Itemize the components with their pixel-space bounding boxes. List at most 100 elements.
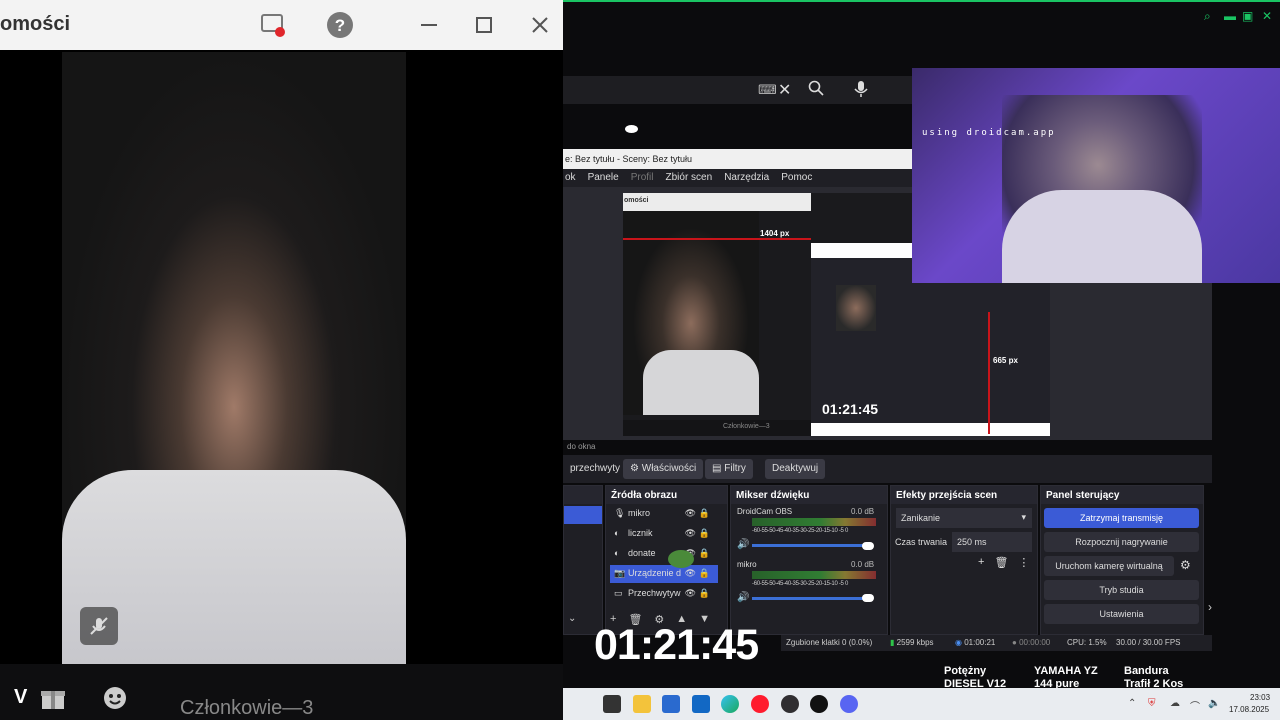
edge-icon[interactable] <box>721 695 739 713</box>
gear-icon[interactable]: ⚙ <box>1180 558 1191 572</box>
settings-button[interactable]: Ustawienia <box>1044 604 1199 624</box>
store-icon[interactable] <box>662 695 680 713</box>
monitor-icon: ▭ <box>614 588 623 598</box>
restore-icon[interactable]: ▣ <box>1242 9 1253 23</box>
speaker-icon[interactable]: 🔊 <box>737 592 749 603</box>
app-icon[interactable] <box>810 695 828 713</box>
lock-icon[interactable]: 🔒 <box>699 508 710 519</box>
server-letter: V <box>14 686 28 708</box>
duration-input[interactable]: 250 ms <box>952 532 1032 552</box>
chevron-down-icon[interactable]: ⌄ <box>568 613 576 624</box>
lock-icon[interactable]: 🔒 <box>699 548 710 559</box>
audio-meter <box>752 518 876 526</box>
gift-icon[interactable] <box>40 685 66 718</box>
sources-title: Źródła obrazu <box>606 486 727 504</box>
wifi-icon[interactable]: ⌒ <box>1190 698 1200 713</box>
lock-icon[interactable]: 🔒 <box>699 528 710 539</box>
bounding-guide-line-vertical <box>988 312 990 434</box>
start-virtual-camera-button[interactable]: Uruchom kamerę wirtualną <box>1044 556 1174 576</box>
rec-icon: ● <box>1012 638 1017 647</box>
outlook-icon[interactable] <box>692 695 710 713</box>
volume-knob[interactable] <box>862 542 874 550</box>
clock-time[interactable]: 23:03 <box>1250 693 1270 702</box>
help-icon[interactable]: ? <box>325 10 355 40</box>
clock-date[interactable]: 17.08.2025 <box>1229 705 1269 714</box>
security-icon[interactable]: ⛨ <box>1148 698 1156 709</box>
preview-members-label: Członkowie—3 <box>723 423 770 430</box>
screen-share-icon[interactable] <box>258 10 288 40</box>
transition-value: Zanikanie <box>901 513 941 523</box>
speaker-icon[interactable]: 🔊 <box>737 539 749 550</box>
transition-select[interactable]: Zanikanie ▾ <box>896 508 1032 528</box>
menu-item-panels[interactable]: Panele <box>588 172 619 184</box>
svg-text:?: ? <box>335 16 345 35</box>
chevron-up-icon[interactable]: ⌃ <box>1128 698 1136 709</box>
opera-icon[interactable] <box>751 695 769 713</box>
mic-icon: 🎙 <box>614 508 626 518</box>
microphone-icon[interactable] <box>853 80 869 103</box>
live-icon: ◉ <box>955 638 962 647</box>
volume-slider[interactable] <box>752 544 870 547</box>
mic-muted-icon[interactable] <box>80 607 118 645</box>
scene-item-selected[interactable] <box>564 506 602 524</box>
eye-icon[interactable]: 👁 <box>685 568 696 579</box>
clear-icon[interactable]: ✕ <box>778 80 791 100</box>
stop-stream-button[interactable]: Zatrzymaj transmisję <box>1044 508 1199 528</box>
menu-item[interactable]: ok <box>565 172 576 184</box>
preview-participant-shirt <box>643 350 759 415</box>
trash-icon[interactable]: 🗑 <box>994 556 1008 569</box>
lock-icon[interactable]: 🔒 <box>699 568 710 579</box>
volume-icon[interactable]: 🔈 <box>1208 698 1220 709</box>
transition-actions: + 🗑 ⋮ <box>978 556 1029 569</box>
menu-item-profile[interactable]: Profil <box>631 172 654 184</box>
source-name: Przechwytyw <box>628 588 681 598</box>
studio-mode-button[interactable]: Tryb studia <box>1044 580 1199 600</box>
eye-icon[interactable]: 👁 <box>685 508 696 519</box>
lock-icon[interactable]: 🔒 <box>699 588 710 599</box>
source-item[interactable]: 🎙 mikro 👁 🔒 <box>610 505 718 523</box>
droidcam-watermark: using droidcam.app <box>922 128 1056 138</box>
search-icon[interactable] <box>808 80 824 101</box>
capture-label: przechwyty <box>570 463 621 474</box>
file-explorer-icon[interactable] <box>633 695 651 713</box>
maximize-icon[interactable] <box>469 10 499 40</box>
search-icon[interactable]: ⌕ <box>1204 9 1211 24</box>
duration-value: 250 ms <box>957 537 987 547</box>
source-name: donate <box>628 548 656 558</box>
close-icon[interactable]: ✕ <box>1262 9 1272 23</box>
filters-button[interactable]: ▤ Filtry <box>705 459 753 479</box>
volume-slider[interactable] <box>752 597 870 600</box>
source-item[interactable]: ▭ Przechwytyw 👁 🔒 <box>610 585 718 603</box>
properties-button[interactable]: ⚙ Właściwości <box>623 459 704 479</box>
more-icon[interactable]: ⋮ <box>1018 556 1029 569</box>
eye-icon[interactable]: 👁 <box>685 528 696 539</box>
task-view-icon[interactable] <box>603 695 621 713</box>
source-item-selected[interactable]: 📷 Urządzenie d 👁 🔒 <box>610 565 718 583</box>
menu-item-help[interactable]: Pomoc <box>781 172 812 184</box>
mixer-channel-name: mikro <box>737 560 757 569</box>
volume-knob[interactable] <box>862 594 874 602</box>
stream-timer-overlay: 01:21:45 <box>594 621 759 669</box>
source-item[interactable]: ◐donate👁🔒 <box>610 545 718 563</box>
members-label: Członkowie—3 <box>180 697 314 719</box>
minimize-icon[interactable] <box>414 10 444 40</box>
menu-item-tools[interactable]: Narzędzia <box>724 172 769 184</box>
add-icon[interactable]: + <box>978 556 984 569</box>
keyboard-icon[interactable]: ⌨ <box>758 82 777 98</box>
discord-icon[interactable] <box>840 695 858 713</box>
network-icon[interactable]: ☁ <box>1170 698 1180 709</box>
fit-to-window-label[interactable]: do okna <box>567 442 595 451</box>
obs-icon[interactable] <box>781 695 799 713</box>
emoji-icon[interactable] <box>102 685 128 718</box>
chevron-right-icon[interactable]: › <box>1208 600 1212 614</box>
bitrate: ▮ 2599 kbps <box>890 638 934 647</box>
deactivate-button[interactable]: Deaktywuj <box>765 459 826 479</box>
eye-icon[interactable]: 👁 <box>685 588 696 599</box>
start-recording-button[interactable]: Rozpocznij nagrywanie <box>1044 532 1199 552</box>
menu-item-scene-collection[interactable]: Zbiór scen <box>666 172 713 184</box>
frog-sticker <box>668 550 694 568</box>
source-item[interactable]: ◐ licznik 👁 🔒 <box>610 525 718 543</box>
minimize-icon[interactable]: ▬ <box>1224 9 1236 23</box>
droidcam-shirt <box>1002 190 1202 283</box>
close-icon[interactable] <box>525 10 555 40</box>
